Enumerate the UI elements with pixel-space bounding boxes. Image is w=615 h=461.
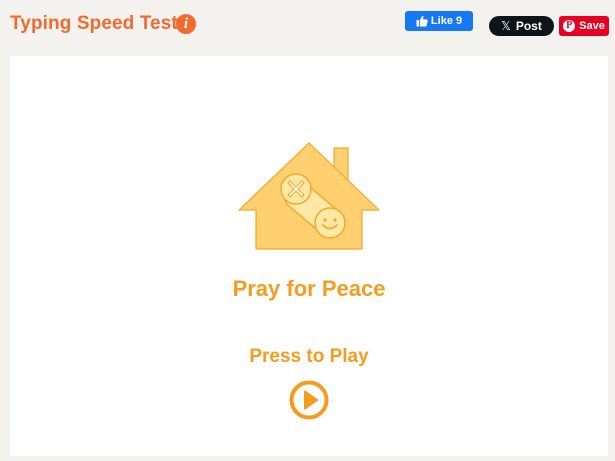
pinterest-save-button[interactable]: P Save [559,16,609,36]
thumbs-up-icon [416,15,428,27]
facebook-like-count: 9 [455,15,463,27]
header-bar: Typing Speed Test i Like 9 𝕏 Post P Save [0,0,615,48]
game-stage[interactable]: Pray for Peace Press to Play [10,56,608,456]
page-title: Typing Speed Test [10,13,178,34]
peace-message: Pray for Peace [232,276,386,301]
facebook-like-button[interactable]: Like 9 [405,11,473,31]
play-circle-icon[interactable] [289,380,329,420]
facebook-like-label: Like [430,15,453,27]
pinterest-logo-icon: P [563,20,576,32]
x-logo-icon: 𝕏 [501,19,511,33]
press-to-play-label[interactable]: Press to Play [10,346,608,368]
pinterest-save-label: Save [579,20,605,32]
x-post-button[interactable]: 𝕏 Post [489,16,554,36]
x-post-label: Post [515,19,542,33]
info-icon[interactable]: i [176,14,196,34]
house-gamepad-icon [238,142,380,250]
